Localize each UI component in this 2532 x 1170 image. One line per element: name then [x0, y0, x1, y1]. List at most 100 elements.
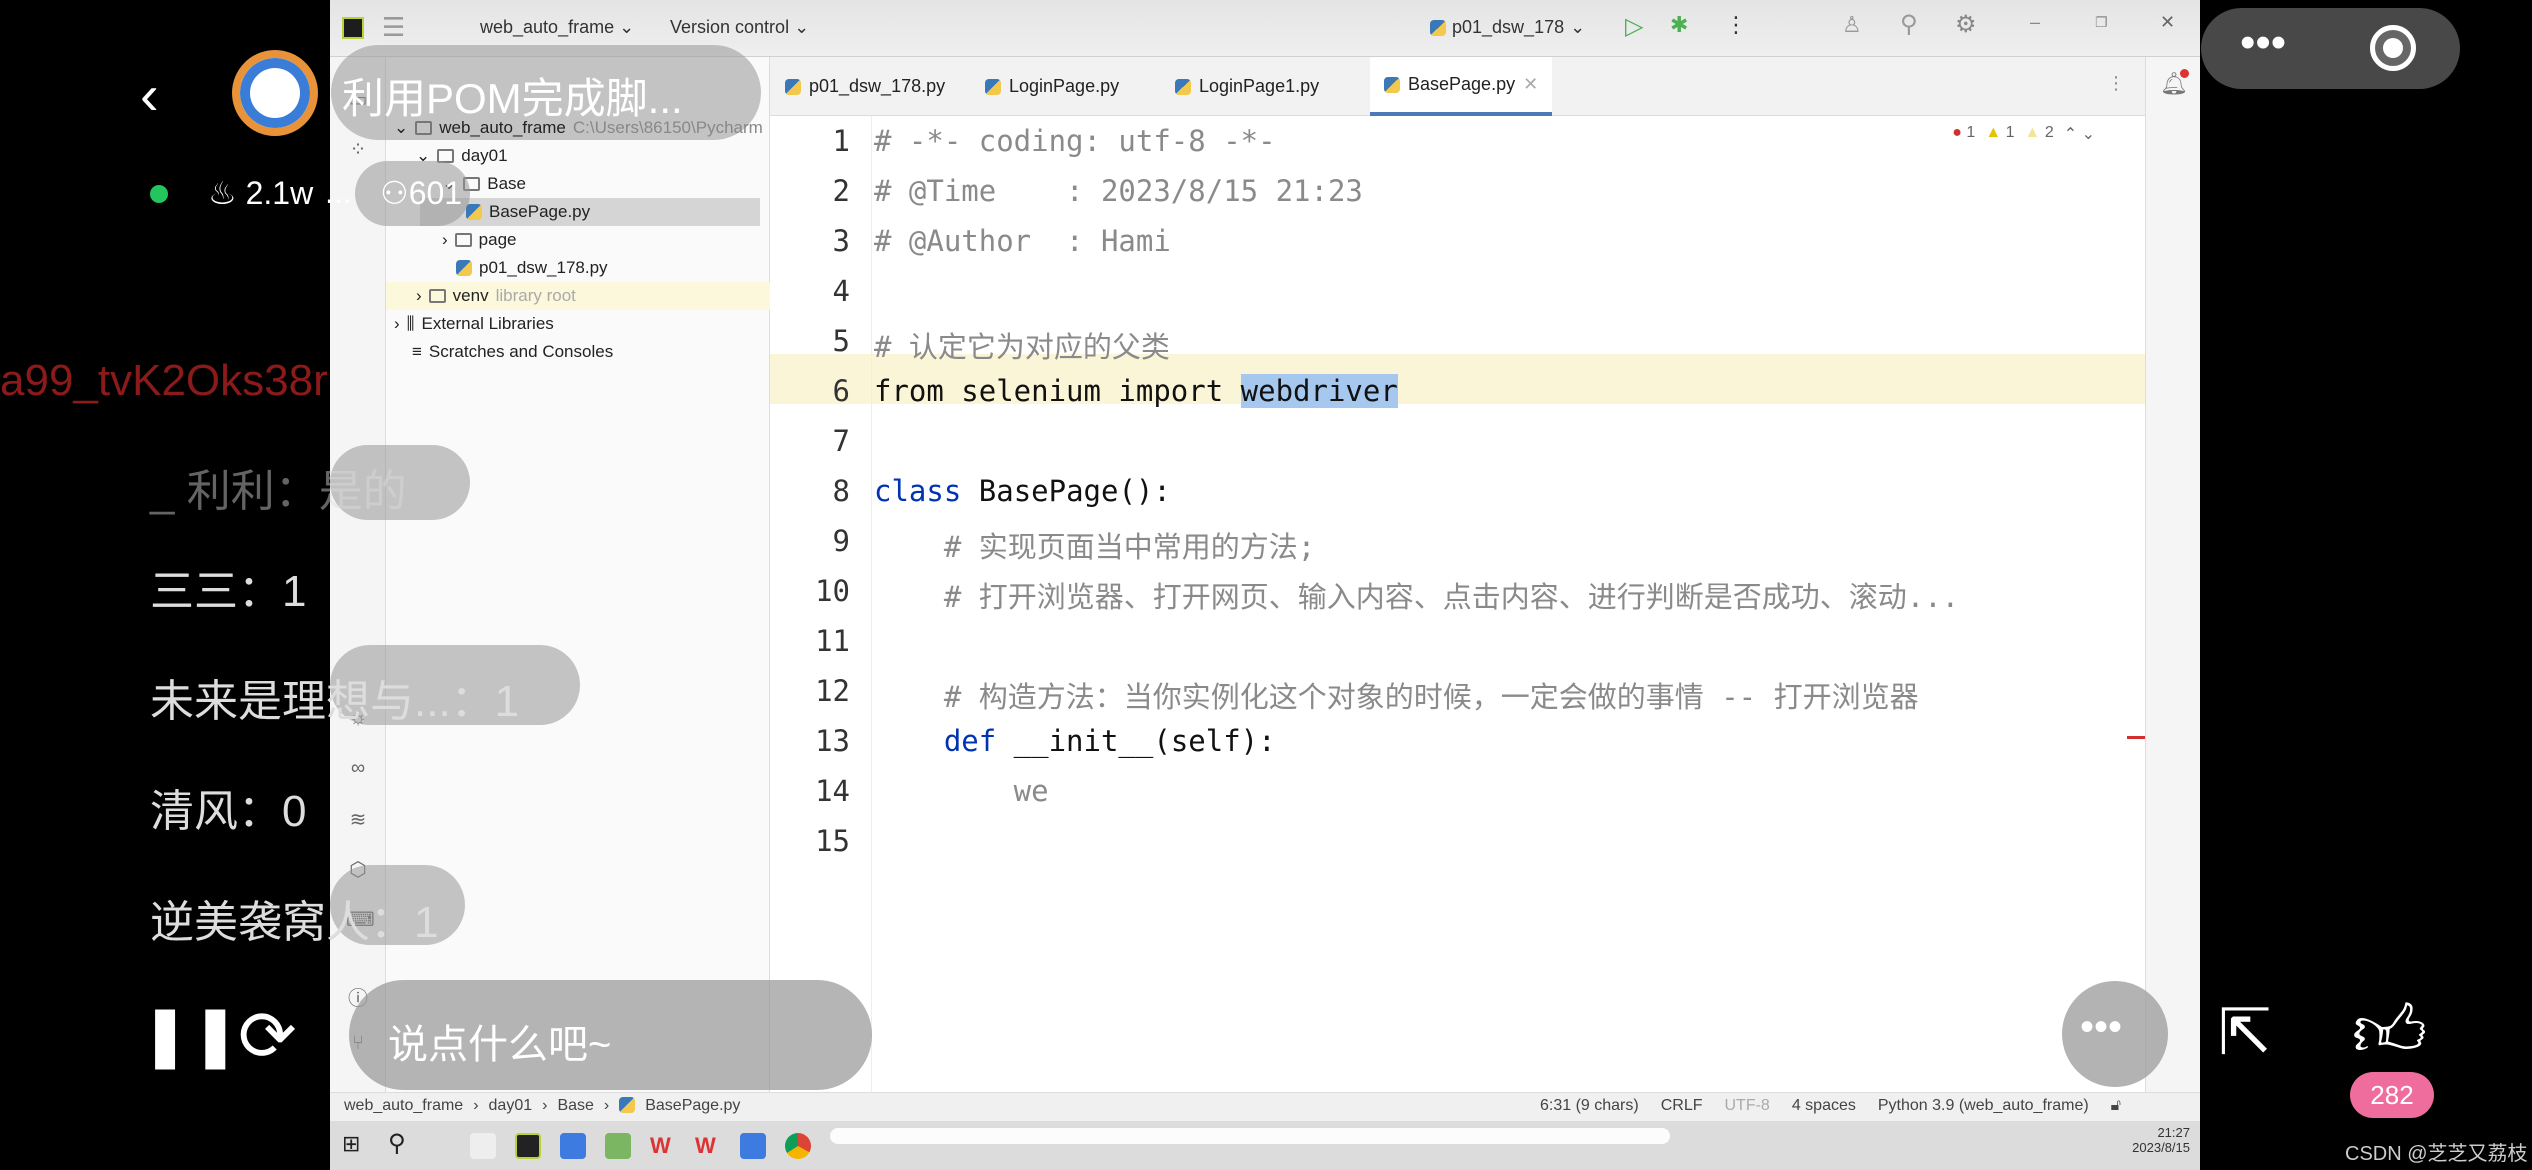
avatar[interactable] — [232, 50, 318, 136]
editor-tabs: p01_dsw_178.py LoginPage.py LoginPage1.p… — [770, 57, 2145, 116]
code-editor[interactable]: ● 1 ▲ 1 ▲ 2 ⌃ ⌄ 1 # -*- coding: utf-8 -*-… — [770, 116, 2145, 1092]
windows-taskbar: ⊞ ⚲ W W 21:27 2023/8/15 — [330, 1121, 2200, 1170]
file-encoding[interactable]: UTF-8 — [1725, 1097, 1770, 1115]
comment-item: 清风：0 — [150, 787, 307, 836]
taskbar-app-icon[interactable] — [560, 1133, 586, 1159]
live-status-dot — [150, 185, 168, 203]
python-console-icon[interactable]: ∞ — [346, 757, 370, 781]
taskbar-app-icon[interactable] — [470, 1133, 496, 1159]
tree-label: web_auto_frame — [439, 118, 566, 137]
breadcrumb-item[interactable]: day01 — [489, 1097, 533, 1115]
tree-item-basepage[interactable]: BasePage.py — [420, 198, 760, 226]
status-bar: web_auto_frame › day01 › Base › BasePage.py… — [330, 1092, 2200, 1121]
line-number: 13 — [815, 724, 850, 758]
viewer-count[interactable]: ⚇601 — [380, 174, 462, 212]
close-window-button[interactable]: ✕ — [2160, 12, 2175, 33]
pause-icon[interactable]: ❚❚ — [140, 1000, 241, 1070]
system-clock: 21:27 2023/8/15 — [2132, 1125, 2190, 1155]
refresh-icon[interactable]: ⟳ — [238, 995, 297, 1077]
breadcrumb-item[interactable]: web_auto_frame — [344, 1097, 463, 1115]
heat-counter: ♨ 2.1w — [208, 175, 314, 211]
indent-setting[interactable]: 4 spaces — [1792, 1097, 1856, 1115]
python-icon — [785, 78, 801, 95]
breadcrumb: web_auto_frame › day01 › Base › BasePage.py — [344, 1097, 741, 1115]
wps-icon[interactable]: W — [695, 1133, 721, 1159]
run-icon[interactable]: ▷ — [1625, 12, 1643, 41]
code-line[interactable]: # @Author : Hami — [874, 224, 1171, 258]
breadcrumb-item[interactable]: BasePage.py — [645, 1097, 740, 1115]
tree-item-project-root[interactable]: ⌄ web_auto_frame C:\Users\86150\Pycharm — [394, 114, 763, 142]
taskbar-app-icon[interactable] — [740, 1133, 766, 1159]
tree-item-page[interactable]: › page — [442, 226, 517, 254]
python-icon — [1430, 19, 1446, 36]
line-number: 10 — [815, 574, 850, 608]
lock-icon[interactable]: 🔓︎ — [2111, 1097, 2121, 1115]
add-user-icon[interactable]: ♙ — [1842, 12, 1862, 38]
code-line[interactable]: # 构造方法：当你实例化这个对象的时候，一定会做的事情 -- 打开浏览器 — [874, 674, 1919, 716]
tab-loginpage[interactable]: LoginPage.py — [985, 57, 1119, 116]
code-line[interactable]: from selenium import webdriver — [874, 374, 1398, 408]
code-line[interactable]: # 打开浏览器、打开网页、输入内容、点击内容、进行判断是否成功、滚动... — [874, 574, 1959, 616]
comment-item: a99_tvK2Oks38r — [0, 356, 328, 405]
selected-text: webdriver — [1240, 374, 1398, 408]
tree-item-p01[interactable]: p01_dsw_178.py — [456, 254, 608, 282]
code-line[interactable]: # 实现页面当中常用的方法; — [874, 524, 1315, 566]
debug-icon[interactable]: ✱ — [1670, 12, 1688, 38]
menu-dots-icon[interactable]: ••• — [2240, 18, 2286, 68]
restore-button[interactable]: ❐ — [2095, 14, 2108, 31]
chrome-icon[interactable] — [785, 1133, 811, 1159]
minimize-button[interactable]: – — [2030, 12, 2040, 33]
line-number: 9 — [832, 524, 850, 558]
structure-icon[interactable]: ⁘ — [346, 137, 370, 161]
tabs-menu-icon[interactable]: ⋮ — [2107, 73, 2125, 94]
run-config-select[interactable]: p01_dsw_178 ⌄ — [1430, 17, 1585, 38]
code-line[interactable]: # @Time : 2023/8/15 21:23 — [874, 174, 1363, 208]
tree-item-venv[interactable]: › venv library root — [386, 282, 770, 310]
code-line[interactable]: class BasePage(): — [874, 474, 1171, 508]
run-config-label: p01_dsw_178 — [1452, 17, 1565, 37]
tree-label: venv — [452, 286, 489, 305]
tab-p01-dsw-178[interactable]: p01_dsw_178.py — [785, 57, 945, 116]
inspection-widget[interactable]: ● 1 ▲ 1 ▲ 2 ⌃ ⌄ — [1952, 124, 2095, 144]
more-actions-icon[interactable]: ⋮ — [1725, 12, 1747, 38]
code-line[interactable]: # -*- coding: utf-8 -*- — [874, 124, 1276, 158]
tab-basepage[interactable]: BasePage.py ✕ — [1370, 55, 1553, 116]
close-tab-icon[interactable]: ✕ — [1523, 55, 1538, 114]
thumbs-up-icon[interactable]: 👍︎ — [2352, 990, 2427, 1076]
code-line[interactable]: def __init__(self): — [874, 724, 1276, 758]
share-icon[interactable]: ⇱ — [2218, 995, 2272, 1070]
vcs-menu[interactable]: Version control ⌄ — [670, 17, 809, 38]
like-count-badge: 282 — [2350, 1072, 2434, 1118]
person-icon: ⚇ — [380, 175, 409, 211]
tab-loginpage1[interactable]: LoginPage1.py — [1175, 57, 1319, 116]
main-menu-icon[interactable]: ☰ — [382, 12, 405, 43]
breadcrumb-item[interactable]: Base — [557, 1097, 593, 1115]
pycharm-logo-icon — [342, 17, 364, 39]
tree-label: Base — [487, 174, 526, 193]
gear-icon[interactable]: ⚙ — [1955, 10, 1977, 39]
code-line[interactable]: we — [874, 774, 1049, 808]
line-number: 1 — [832, 124, 850, 158]
line-number: 15 — [815, 824, 850, 858]
tab-label: LoginPage1.py — [1199, 76, 1320, 96]
python-interpreter[interactable]: Python 3.9 (web_auto_frame) — [1878, 1097, 2089, 1115]
tree-item-scratches[interactable]: ≡ Scratches and Consoles — [412, 338, 613, 366]
comment-item: 逆美袭窝人：1 — [150, 898, 439, 947]
line-separator[interactable]: CRLF — [1661, 1097, 1703, 1115]
more-dots[interactable]: ... — [325, 174, 352, 211]
tree-item-external-libraries[interactable]: › ⫼ External Libraries — [394, 310, 554, 338]
back-arrow-icon[interactable]: ‹ — [140, 62, 159, 127]
project-menu[interactable]: web_auto_frame ⌄ — [480, 17, 634, 38]
search-icon[interactable]: ⚲ — [388, 1129, 406, 1158]
python-file-icon — [456, 260, 472, 276]
taskbar-app-icon[interactable] — [605, 1133, 631, 1159]
pycharm-taskbar-icon[interactable] — [515, 1133, 541, 1159]
search-icon[interactable]: ⚲ — [1900, 10, 1918, 39]
code-line[interactable]: # 认定它为对应的父类 — [874, 324, 1170, 366]
windows-start-icon[interactable]: ⊞ — [342, 1131, 360, 1157]
wps-icon[interactable]: W — [650, 1133, 676, 1159]
caret-position[interactable]: 6:31 (9 chars) — [1540, 1097, 1639, 1115]
layers-icon[interactable]: ≋ — [346, 807, 370, 831]
close-miniprogram-icon[interactable] — [2370, 25, 2416, 71]
tree-label: External Libraries — [421, 314, 554, 333]
